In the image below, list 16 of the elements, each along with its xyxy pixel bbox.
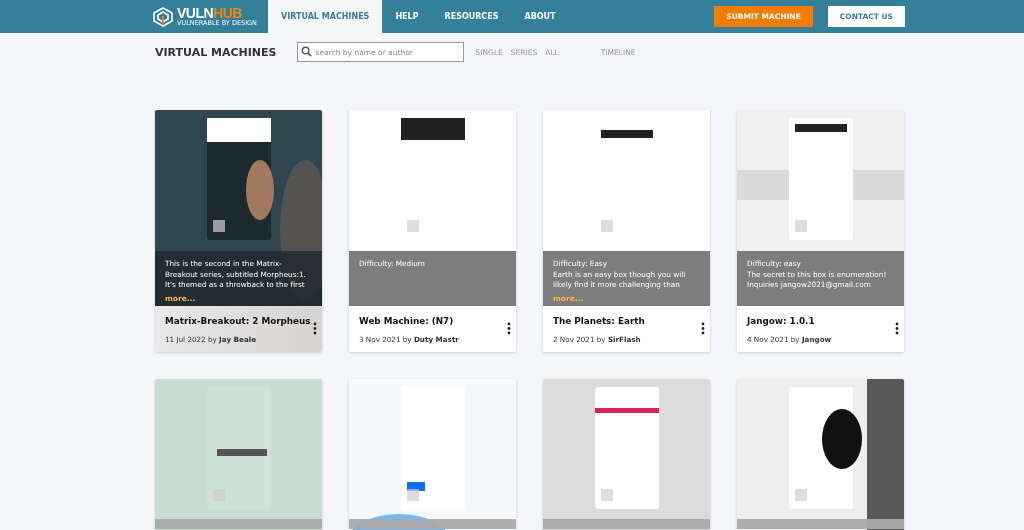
nav-tab[interactable]: VIRTUAL MACHINES <box>268 0 383 33</box>
machine-title[interactable]: Web Machine: (N7) <box>359 316 507 326</box>
nav-tab[interactable]: RESOURCES <box>431 0 512 33</box>
page-title: VIRTUAL MACHINES <box>155 45 277 59</box>
more-options-icon[interactable] <box>507 322 511 335</box>
more-options-icon[interactable] <box>895 322 899 335</box>
nav-tab[interactable]: HELP <box>382 0 432 33</box>
cube-logo-icon <box>152 5 174 28</box>
nav-tab[interactable]: ABOUT <box>511 0 569 33</box>
search-icon <box>300 46 312 57</box>
logo-wordmark[interactable]: VULNHUB <box>177 6 257 21</box>
machine-title[interactable]: The Planets: Earth <box>553 316 701 326</box>
machine-title[interactable]: Matrix-Breakout: 2 Morpheus <box>165 316 313 326</box>
more-options-icon[interactable] <box>701 322 705 335</box>
more-options-icon[interactable] <box>313 322 317 335</box>
machine-title[interactable]: Jangow: 1.0.1 <box>747 316 895 326</box>
